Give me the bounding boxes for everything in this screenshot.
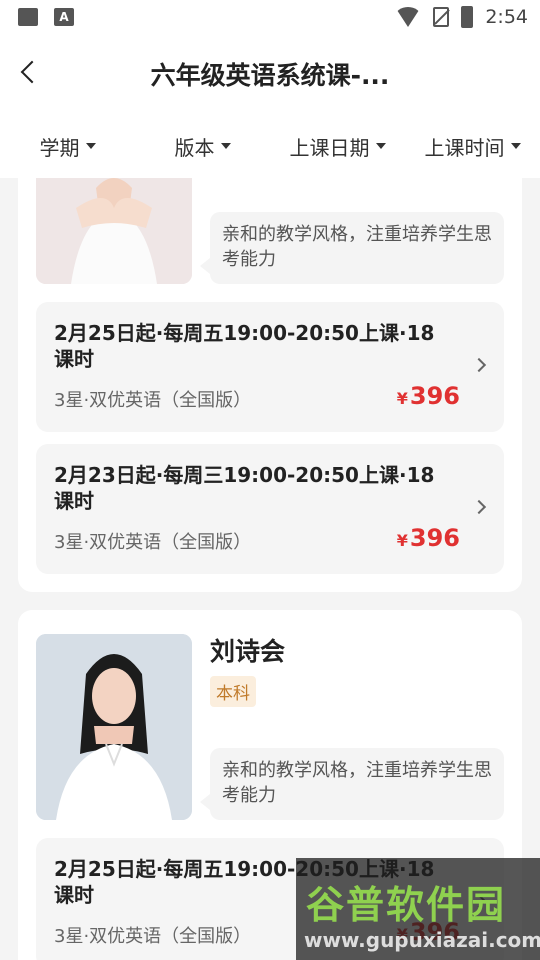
app-header: 六年级英语系统课-... [0,36,540,114]
no-sim-icon [433,7,450,27]
filter-label: 上课时间 [424,135,505,160]
watermark-url: www.gupuxiazai.com [304,928,540,952]
caret-down-icon [220,143,231,149]
filter-label: 上课日期 [289,135,370,160]
session-price: ¥396 [397,382,460,410]
session-title: 2月23日起·每周三19:00-20:50上课·18课时 [54,463,435,513]
caret-down-icon [375,143,386,149]
filter-bar: 学期 版本 上课日期 上课时间 [0,114,540,178]
caret-down-icon [85,143,96,149]
filter-term[interactable]: 学期 [0,132,135,161]
filter-edition[interactable]: 版本 [135,132,270,161]
teacher-description: 亲和的教学风格，注重培养学生思考能力 [200,748,504,820]
teacher-card: 亲和的教学风格，注重培养学生思考能力 2月25日起·每周五19:00-20:50… [18,178,522,592]
degree-badge: 本科 [210,676,256,707]
price-value: 396 [409,382,460,410]
filter-class-date[interactable]: 上课日期 [270,132,405,161]
battery-charging-icon [461,6,474,28]
session-item[interactable]: 2月25日起·每周五19:00-20:50上课·18课时 3星·双优英语（全国版… [36,302,504,432]
watermark-text: 谷普软件园 [306,883,507,927]
back-button[interactable] [12,54,48,90]
image-icon [18,8,38,26]
page-title: 六年级英语系统课-... [150,61,390,90]
filter-label: 版本 [174,135,215,160]
session-subtitle: 3星·双优英语（全国版） [54,390,252,411]
teacher-photo [36,178,192,284]
price-value: 396 [409,524,460,552]
teacher-name: 刘诗会 [210,637,286,666]
filter-label: 学期 [39,135,80,160]
teacher-list[interactable]: 亲和的教学风格，注重培养学生思考能力 2月25日起·每周五19:00-20:50… [0,178,540,960]
teacher-description: 亲和的教学风格，注重培养学生思考能力 [200,212,504,284]
session-subtitle: 3星·双优英语（全国版） [54,532,252,553]
status-bar: A 2:54 [0,0,540,36]
status-time: 2:54 [485,6,528,28]
caret-down-icon [510,143,521,149]
chevron-right-icon [471,499,487,515]
wifi-icon [395,7,422,27]
session-item[interactable]: 2月23日起·每周三19:00-20:50上课·18课时 3星·双优英语（全国版… [36,444,504,574]
filter-class-time[interactable]: 上课时间 [405,132,540,161]
teacher-photo [36,634,192,820]
text-a-icon: A [54,8,74,26]
watermark: 谷普软件园 www.gupuxiazai.com [296,858,540,960]
currency-symbol: ¥ [396,389,408,408]
chevron-right-icon [471,357,487,373]
session-subtitle: 3星·双优英语（全国版） [54,926,252,947]
session-title: 2月25日起·每周五19:00-20:50上课·18课时 [54,321,435,371]
currency-symbol: ¥ [396,531,408,550]
session-price: ¥396 [397,524,460,552]
